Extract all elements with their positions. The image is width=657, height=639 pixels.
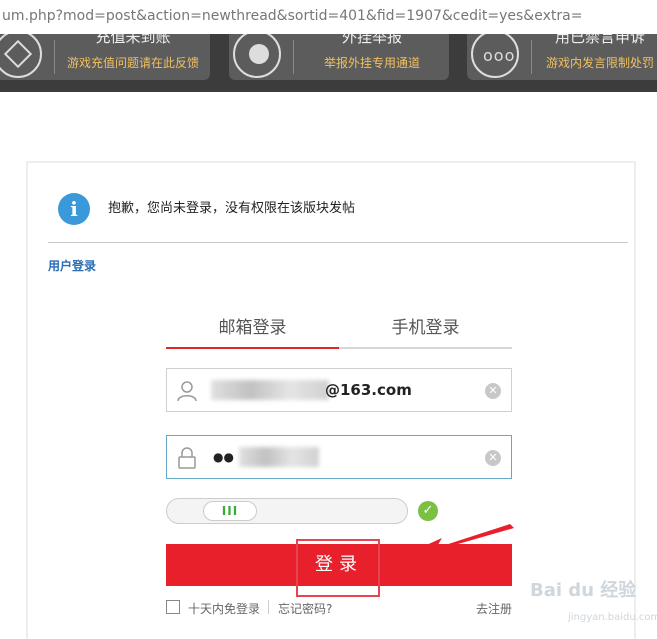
annotation-arrow-icon bbox=[402, 524, 514, 560]
watermark-site: jingyan.baidu.com bbox=[568, 612, 657, 623]
watermark-logo: Bai du 经验 bbox=[530, 580, 637, 601]
